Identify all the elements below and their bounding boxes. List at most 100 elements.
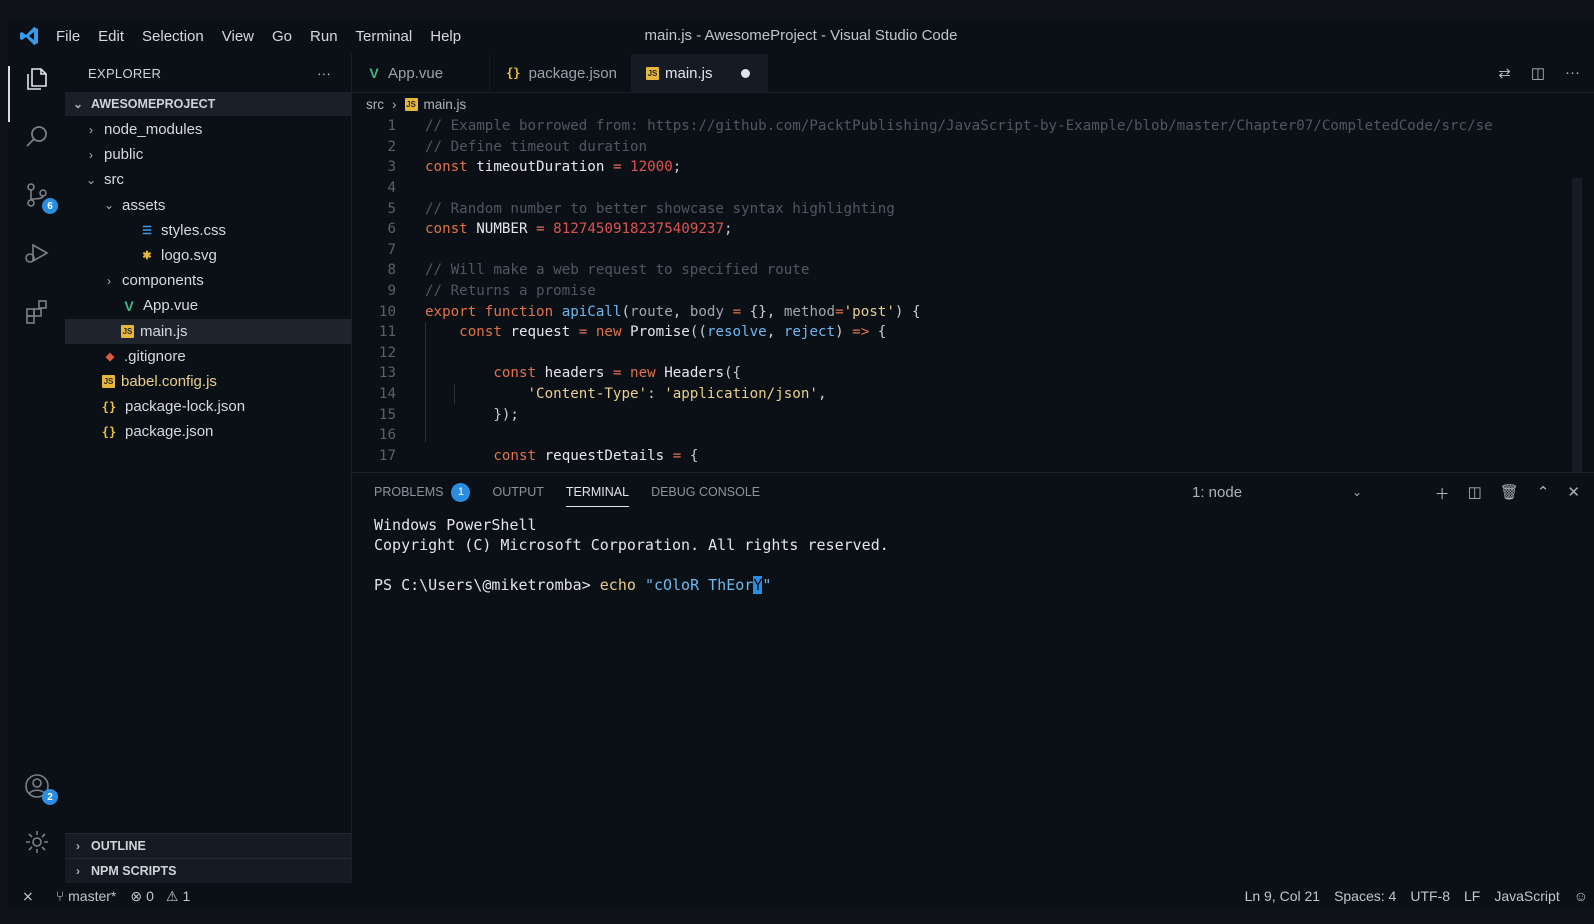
code-line: 10 export function apiCall(route, body = … [378, 303, 921, 320]
tab-app-vue[interactable]: V App.vue [352, 54, 490, 92]
menu-edit[interactable]: Edit [98, 28, 124, 45]
tree-file-main-js[interactable]: JS main.js [65, 318, 351, 344]
project-folder-header[interactable]: ⌄ AWESOMEPROJECT [65, 92, 351, 116]
terminal-cursor: Y [753, 576, 763, 594]
tree-item-label: src [104, 171, 124, 189]
code-line: 14 'Content-Type': 'application/json', [378, 386, 827, 403]
remote-icon[interactable]: ⨯ [22, 888, 34, 905]
breadcrumb-file[interactable]: main.js [424, 97, 467, 112]
tree-item-label: node_modules [104, 121, 203, 139]
tree-item-label: assets [122, 196, 166, 214]
run-debug-icon[interactable] [20, 236, 54, 270]
more-actions-icon[interactable]: ··· [1565, 64, 1580, 82]
tab-main-js[interactable]: JS main.js [632, 54, 768, 92]
indentation[interactable]: Spaces: 4 [1334, 888, 1396, 904]
menu-selection[interactable]: Selection [142, 28, 204, 45]
tree-item-label: styles.css [161, 221, 227, 239]
tree-folder-public[interactable]: › public [65, 142, 351, 167]
split-terminal-icon[interactable]: ◫ [1468, 483, 1482, 504]
menu-view[interactable]: View [222, 28, 254, 45]
cursor-position[interactable]: Ln 9, Col 21 [1245, 888, 1321, 904]
line-ending[interactable]: LF [1464, 888, 1480, 904]
menu-terminal[interactable]: Terminal [356, 28, 413, 45]
breadcrumb: src › JS main.js [352, 92, 1594, 116]
tree-folder-node-modules[interactable]: › node_modules [65, 117, 351, 142]
tab-package-json[interactable]: {} package.json [490, 54, 632, 92]
menu-run[interactable]: Run [310, 28, 338, 45]
close-panel-icon[interactable]: ✕ [1567, 483, 1580, 504]
feedback-smiley-icon[interactable]: ☺ [1574, 888, 1588, 904]
git-branch[interactable]: master* [68, 888, 116, 904]
code-line: 8// Will make a web request to specified… [387, 262, 810, 279]
chevron-right-icon: › [76, 839, 80, 853]
bottom-panel: PROBLEMS 1 OUTPUT TERMINAL DEBUG CONSOLE… [351, 472, 1594, 883]
breadcrumb-folder[interactable]: src [366, 97, 384, 112]
tree-item-label: .gitignore [124, 347, 186, 365]
language-mode[interactable]: JavaScript [1494, 888, 1559, 904]
outline-label: OUTLINE [91, 839, 146, 853]
accounts-icon[interactable]: 2 [20, 769, 58, 805]
code-line: 12 [378, 344, 396, 361]
tab-terminal[interactable]: TERMINAL [565, 473, 630, 511]
scm-badge: 6 [42, 198, 58, 214]
code-line: 17 const requestDetails = { [378, 447, 699, 464]
code-line: 3 const timeoutDuration = 12000; [387, 159, 682, 176]
tree-file-logo-svg[interactable]: ✱ logo.svg [65, 243, 351, 268]
terminal-output[interactable]: Windows PowerShell Copyright (C) Microso… [352, 511, 1594, 599]
chevron-down-icon: ⌄ [1352, 485, 1363, 499]
kill-terminal-trash-icon[interactable]: 🗑 [1500, 483, 1519, 504]
code-line: 16 [378, 427, 396, 444]
tree-file-babel-config[interactable]: JS babel.config.js [65, 369, 351, 394]
tab-output[interactable]: OUTPUT [492, 473, 543, 511]
chevron-right-icon: › [107, 273, 111, 288]
css-file-icon: ☰ [142, 224, 152, 237]
chevron-down-icon: ⌄ [85, 172, 97, 187]
split-editor-icon[interactable]: ◫ [1531, 64, 1545, 82]
warning-count[interactable]: 1 [182, 888, 190, 904]
open-changes-icon[interactable]: ⇄ [1498, 64, 1511, 82]
code-editor[interactable]: 1// Example borrowed from: https://githu… [352, 116, 1594, 472]
tab-problems[interactable]: PROBLEMS 1 [374, 473, 471, 511]
tab-label: package.json [528, 64, 617, 82]
source-control-icon[interactable]: 6 [20, 178, 58, 214]
js-file-icon: JS [404, 98, 418, 111]
outline-section[interactable]: › OUTLINE [65, 833, 351, 858]
menu-help[interactable]: Help [430, 28, 461, 45]
editor-scrollbar[interactable] [1572, 178, 1582, 472]
tree-file-package-lock-json[interactable]: {} package-lock.json [65, 394, 351, 419]
code-line: 11 const request = new Promise((resolve,… [378, 324, 887, 341]
panel-tabs: PROBLEMS 1 OUTPUT TERMINAL DEBUG CONSOLE… [352, 473, 1594, 511]
tree-folder-components[interactable]: › components [65, 268, 351, 293]
explorer-icon[interactable] [20, 62, 54, 96]
more-actions-icon[interactable]: ··· [317, 66, 331, 81]
search-icon[interactable] [20, 120, 54, 154]
tree-folder-src[interactable]: ⌄ src [65, 167, 351, 192]
indent-guide [425, 322, 426, 442]
encoding[interactable]: UTF-8 [1410, 888, 1450, 904]
js-file-icon: JS [121, 324, 134, 338]
unsaved-dot-icon[interactable] [740, 68, 750, 78]
settings-gear-icon[interactable] [20, 825, 54, 859]
code-line: 13 const headers = new Headers({ [378, 365, 742, 382]
tree-file-styles-css[interactable]: ☰ styles.css [65, 218, 351, 243]
error-count[interactable]: 0 [146, 888, 154, 904]
file-tree: › node_modules › public ⌄ src ⌄ assets ☰… [65, 117, 351, 444]
accounts-badge: 2 [42, 789, 58, 805]
warning-icon: ⚠ [165, 887, 179, 904]
tree-file-app-vue[interactable]: V App.vue [65, 293, 351, 318]
explorer-title: EXPLORER [88, 65, 162, 81]
status-right: Ln 9, Col 21 Spaces: 4 UTF-8 LF JavaScri… [1245, 883, 1588, 909]
tree-file-gitignore[interactable]: ◆ .gitignore [65, 344, 351, 369]
terminal-select[interactable]: 1: node ⌄ [1192, 473, 1362, 511]
menu-go[interactable]: Go [272, 28, 292, 45]
terminal-line: Windows PowerShell [374, 516, 537, 534]
tab-debug-console[interactable]: DEBUG CONSOLE [651, 473, 760, 511]
extensions-icon[interactable] [20, 294, 54, 328]
maximize-panel-chevron-up-icon[interactable]: ⌃ [1537, 483, 1550, 504]
tree-folder-assets[interactable]: ⌄ assets [65, 193, 351, 218]
code-line: 7 [387, 241, 396, 258]
tree-file-package-json[interactable]: {} package.json [65, 419, 351, 444]
menu-file[interactable]: File [56, 28, 80, 45]
npm-scripts-section[interactable]: › NPM SCRIPTS [65, 858, 351, 883]
new-terminal-icon[interactable]: ＋ [1435, 483, 1450, 504]
